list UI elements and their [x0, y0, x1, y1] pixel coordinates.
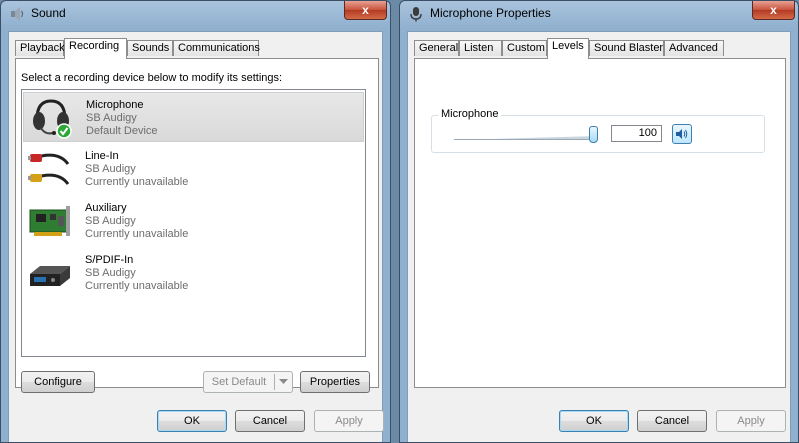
tab-listen[interactable]: Listen: [459, 40, 502, 56]
chevron-down-icon: [279, 379, 288, 384]
device-name: Line-In: [85, 150, 119, 162]
microphone-level-group: Microphone 100: [431, 108, 765, 153]
tab-levels[interactable]: Levels: [547, 38, 589, 59]
device-row-auxiliary[interactable]: Auxiliary SB Audigy Currently unavailabl…: [23, 196, 364, 246]
device-name: S/PDIF-In: [85, 254, 134, 266]
mic-apply-button[interactable]: Apply: [716, 410, 786, 432]
device-status: Currently unavailable: [85, 176, 189, 188]
sound-title-bar[interactable]: Sound x: [1, 1, 390, 27]
tab-playback[interactable]: Playback: [15, 40, 65, 56]
recording-device-list[interactable]: Microphone SB Audigy Default Device Line…: [21, 89, 366, 357]
device-driver: SB Audigy: [85, 267, 136, 279]
mic-properties-title-bar[interactable]: Microphone Properties x: [400, 1, 798, 27]
level-slider-thumb[interactable]: [589, 126, 598, 143]
mute-toggle-button[interactable]: [672, 124, 692, 144]
set-default-split-button[interactable]: Set Default: [203, 371, 293, 393]
properties-button[interactable]: Properties: [300, 371, 370, 393]
sound-close-button[interactable]: x: [344, 1, 387, 20]
mic-properties-client-area: General Listen Custom Levels Sound Blast…: [407, 31, 791, 442]
levels-panel: Microphone 100: [414, 58, 786, 388]
tab-sound-blaster[interactable]: Sound Blaster: [589, 40, 664, 56]
sound-cancel-button[interactable]: Cancel: [235, 410, 305, 432]
sound-card-icon: [29, 206, 70, 236]
device-row-spdif-in[interactable]: S/PDIF-In SB Audigy Currently unavailabl…: [23, 248, 364, 298]
device-status: Default Device: [86, 125, 158, 137]
set-default-label: Set Default: [211, 376, 267, 388]
rca-cable-icon: [28, 153, 70, 185]
close-icon: x: [770, 3, 777, 17]
mic-properties-title: Microphone Properties: [430, 6, 551, 20]
tab-communications[interactable]: Communications: [173, 40, 260, 56]
split-divider: [274, 374, 275, 390]
device-row-microphone[interactable]: Microphone SB Audigy Default Device: [23, 92, 364, 142]
device-name: Auxiliary: [85, 202, 127, 214]
microphone-group-label: Microphone: [438, 108, 502, 120]
microphone-icon: [410, 7, 422, 22]
tab-recording[interactable]: Recording: [64, 38, 127, 59]
speaker-volume-icon: [676, 129, 688, 139]
close-icon: x: [362, 3, 369, 17]
tab-advanced[interactable]: Advanced: [664, 40, 724, 56]
device-status: Currently unavailable: [85, 280, 189, 292]
sound-window-title: Sound: [31, 6, 66, 20]
microphone-properties-window: Microphone Properties x General Listen C…: [399, 0, 799, 443]
device-row-line-in[interactable]: Line-In SB Audigy Currently unavailable: [23, 144, 364, 194]
device-name: Microphone: [86, 99, 144, 111]
mic-ok-button[interactable]: OK: [559, 410, 629, 432]
device-driver: SB Audigy: [86, 112, 137, 124]
spdif-device-icon: [30, 266, 70, 286]
mic-properties-close-button[interactable]: x: [752, 1, 795, 20]
sound-client-area: Playback Recording Sounds Communications…: [8, 31, 384, 442]
recording-instruction: Select a recording device below to modif…: [21, 72, 283, 84]
tab-custom[interactable]: Custom: [502, 40, 547, 56]
device-status: Currently unavailable: [85, 228, 189, 240]
device-driver: SB Audigy: [85, 163, 136, 175]
device-driver: SB Audigy: [85, 215, 136, 227]
mic-cancel-button[interactable]: Cancel: [637, 410, 707, 432]
speaker-icon: [11, 7, 24, 21]
configure-button[interactable]: Configure: [21, 371, 95, 393]
level-value-field[interactable]: 100: [611, 125, 662, 142]
tab-sounds[interactable]: Sounds: [127, 40, 173, 56]
level-slider-track: [454, 136, 598, 140]
sound-window: Sound x Playback Recording Sounds Commun…: [0, 0, 391, 443]
sound-apply-button[interactable]: Apply: [314, 410, 384, 432]
sound-ok-button[interactable]: OK: [157, 410, 227, 432]
tab-general[interactable]: General: [414, 40, 459, 56]
headset-microphone-icon: [33, 99, 72, 139]
